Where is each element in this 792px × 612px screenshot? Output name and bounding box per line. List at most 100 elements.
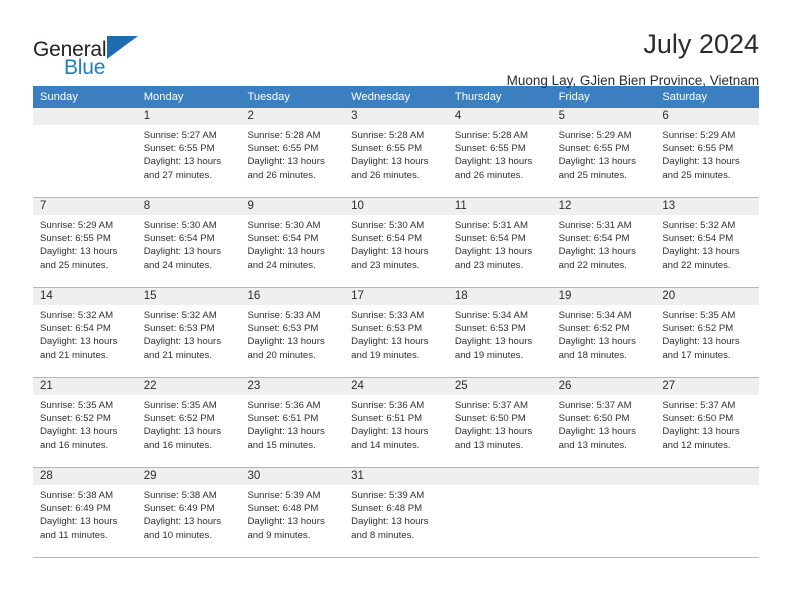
sunrise-text: Sunrise: 5:32 AM bbox=[662, 220, 736, 231]
sunset-text: Sunset: 6:51 PM bbox=[351, 413, 423, 425]
sunrise-text: Sunrise: 5:30 AM bbox=[143, 220, 217, 231]
day-details: Sunrise: 5:28 AM Sunset: 6:55 PM Daylight:… bbox=[240, 125, 344, 182]
day-number: 1 bbox=[136, 108, 241, 125]
calendar-day-cell[interactable]: 28 Sunrise: 5:38 AM Sunset: 6:49 PM Dayligh… bbox=[33, 468, 137, 557]
day-details: Sunrise: 5:34 AM Sunset: 6:52 PM Daylight:… bbox=[552, 305, 656, 362]
calendar-day-cell[interactable]: 27 Sunrise: 5:37 AM Sunset: 6:50 PM Dayligh… bbox=[655, 378, 760, 467]
daylight-text-line2: and 16 minutes. bbox=[40, 439, 109, 451]
calendar-day-cell[interactable]: 6 Sunrise: 5:29 AM Sunset: 6:55 PM Daylight… bbox=[655, 108, 760, 197]
day-number bbox=[551, 468, 656, 485]
daylight-text-line1: Daylight: 13 hours bbox=[558, 156, 636, 168]
calendar-day-cell[interactable]: 15 Sunrise: 5:32 AM Sunset: 6:53 PM Dayligh… bbox=[136, 288, 241, 377]
calendar-day-cell[interactable]: 14 Sunrise: 5:32 AM Sunset: 6:54 PM Dayligh… bbox=[33, 288, 137, 377]
day-number: 21 bbox=[33, 378, 137, 395]
daylight-text-line1: Daylight: 13 hours bbox=[662, 336, 740, 348]
calendar-day-cell[interactable]: 22 Sunrise: 5:35 AM Sunset: 6:52 PM Dayligh… bbox=[136, 378, 241, 467]
day-number: 14 bbox=[33, 288, 137, 305]
calendar-day-cell[interactable]: 30 Sunrise: 5:39 AM Sunset: 6:48 PM Dayligh… bbox=[240, 468, 345, 557]
daylight-text-line1: Daylight: 13 hours bbox=[40, 516, 118, 528]
sunrise-text: Sunrise: 5:32 AM bbox=[40, 310, 114, 321]
sunrise-text: Sunrise: 5:37 AM bbox=[662, 400, 736, 411]
calendar-day-cell[interactable]: 12 Sunrise: 5:31 AM Sunset: 6:54 PM Dayligh… bbox=[551, 198, 656, 287]
daylight-text-line2: and 26 minutes. bbox=[454, 169, 524, 181]
daylight-text-line1: Daylight: 13 hours bbox=[351, 156, 429, 168]
sunset-text: Sunset: 6:52 PM bbox=[40, 413, 111, 425]
daylight-text-line2: and 17 minutes. bbox=[662, 349, 731, 361]
calendar-day-cell[interactable]: 19 Sunrise: 5:34 AM Sunset: 6:52 PM Dayligh… bbox=[551, 288, 656, 377]
calendar-day-cell[interactable]: 23 Sunrise: 5:36 AM Sunset: 6:51 PM Dayligh… bbox=[240, 378, 345, 467]
sunset-text: Sunset: 6:55 PM bbox=[143, 143, 215, 155]
sunrise-text: Sunrise: 5:28 AM bbox=[351, 130, 425, 141]
day-number: 31 bbox=[344, 468, 448, 485]
calendar-day-cell[interactable]: 7 Sunrise: 5:29 AM Sunset: 6:55 PM Daylight… bbox=[33, 198, 137, 287]
daylight-text-line1: Daylight: 13 hours bbox=[247, 426, 325, 438]
calendar-day-cell[interactable]: 26 Sunrise: 5:37 AM Sunset: 6:50 PM Dayligh… bbox=[551, 378, 656, 467]
daylight-text-line2: and 21 minutes. bbox=[143, 349, 212, 361]
calendar-day-cell[interactable]: 20 Sunrise: 5:35 AM Sunset: 6:52 PM Dayligh… bbox=[655, 288, 760, 377]
calendar-day-cell[interactable]: 17 Sunrise: 5:33 AM Sunset: 6:53 PM Dayligh… bbox=[344, 288, 448, 377]
sunrise-text: Sunrise: 5:28 AM bbox=[454, 130, 528, 141]
sunrise-text: Sunrise: 5:36 AM bbox=[247, 400, 321, 411]
calendar-day-cell[interactable]: 11 Sunrise: 5:31 AM Sunset: 6:54 PM Dayligh… bbox=[447, 198, 552, 287]
day-number: 20 bbox=[655, 288, 760, 305]
calendar-day-cell[interactable]: 2 Sunrise: 5:28 AM Sunset: 6:55 PM Daylight… bbox=[240, 108, 345, 197]
sunrise-text: Sunrise: 5:38 AM bbox=[143, 490, 217, 501]
sunset-text: Sunset: 6:52 PM bbox=[143, 413, 215, 425]
sunrise-text: Sunrise: 5:29 AM bbox=[558, 130, 632, 141]
calendar-day-cell[interactable]: 29 Sunrise: 5:38 AM Sunset: 6:49 PM Dayligh… bbox=[136, 468, 241, 557]
daylight-text-line2: and 24 minutes. bbox=[247, 259, 316, 271]
calendar-day-cell[interactable]: 16 Sunrise: 5:33 AM Sunset: 6:53 PM Dayligh… bbox=[240, 288, 345, 377]
daylight-text-line1: Daylight: 13 hours bbox=[247, 516, 325, 528]
day-number: 6 bbox=[655, 108, 760, 125]
calendar-day-cell[interactable]: 21 Sunrise: 5:35 AM Sunset: 6:52 PM Dayligh… bbox=[33, 378, 137, 467]
calendar-day-cell[interactable]: 18 Sunrise: 5:34 AM Sunset: 6:53 PM Dayligh… bbox=[447, 288, 552, 377]
calendar-day-cell[interactable]: 4 Sunrise: 5:28 AM Sunset: 6:55 PM Daylight… bbox=[447, 108, 552, 197]
calendar-week-row: 14 Sunrise: 5:32 AM Sunset: 6:54 PM Dayligh… bbox=[33, 288, 760, 378]
daylight-text-line2: and 25 minutes. bbox=[662, 169, 731, 181]
generalblue-logo[interactable]: General Blue bbox=[33, 28, 153, 78]
day-number: 4 bbox=[447, 108, 552, 125]
daylight-text-line1: Daylight: 13 hours bbox=[662, 426, 740, 438]
calendar-day-cell[interactable]: 13 Sunrise: 5:32 AM Sunset: 6:54 PM Dayligh… bbox=[655, 198, 760, 287]
day-number: 10 bbox=[344, 198, 448, 215]
day-details: Sunrise: 5:32 AM Sunset: 6:53 PM Daylight:… bbox=[137, 305, 241, 362]
calendar-day-cell[interactable]: 10 Sunrise: 5:30 AM Sunset: 6:54 PM Dayligh… bbox=[344, 198, 448, 287]
calendar-day-cell[interactable]: 24 Sunrise: 5:36 AM Sunset: 6:51 PM Dayligh… bbox=[344, 378, 448, 467]
daylight-text-line1: Daylight: 13 hours bbox=[143, 156, 222, 168]
day-number bbox=[655, 468, 760, 485]
calendar-week-row: 21 Sunrise: 5:35 AM Sunset: 6:52 PM Dayligh… bbox=[33, 378, 760, 468]
day-details: Sunrise: 5:36 AM Sunset: 6:51 PM Daylight:… bbox=[240, 395, 344, 452]
daylight-text-line1: Daylight: 13 hours bbox=[40, 426, 118, 438]
day-details: Sunrise: 5:27 AM Sunset: 6:55 PM Daylight:… bbox=[137, 125, 241, 182]
calendar-day-cell[interactable]: 25 Sunrise: 5:37 AM Sunset: 6:50 PM Dayligh… bbox=[447, 378, 552, 467]
calendar-day-cell[interactable]: 9 Sunrise: 5:30 AM Sunset: 6:54 PM Daylight… bbox=[240, 198, 345, 287]
calendar-day-cell[interactable]: 31 Sunrise: 5:39 AM Sunset: 6:48 PM Dayligh… bbox=[344, 468, 448, 557]
daylight-text-line2: and 21 minutes. bbox=[40, 349, 109, 361]
daylight-text-line2: and 22 minutes. bbox=[662, 259, 731, 271]
daylight-text-line1: Daylight: 13 hours bbox=[558, 426, 636, 438]
daylight-text-line1: Daylight: 13 hours bbox=[454, 426, 533, 438]
day-number: 15 bbox=[136, 288, 241, 305]
calendar-day-cell[interactable]: 3 Sunrise: 5:28 AM Sunset: 6:55 PM Daylight… bbox=[344, 108, 448, 197]
sunrise-text: Sunrise: 5:35 AM bbox=[40, 400, 114, 411]
calendar-weeks: 1 Sunrise: 5:27 AM Sunset: 6:55 PM Daylight… bbox=[33, 108, 760, 558]
calendar-day-cell[interactable]: 5 Sunrise: 5:29 AM Sunset: 6:55 PM Daylight… bbox=[551, 108, 656, 197]
sunset-text: Sunset: 6:54 PM bbox=[454, 233, 526, 245]
sunrise-text: Sunrise: 5:29 AM bbox=[40, 220, 114, 231]
day-number bbox=[33, 108, 137, 125]
day-number: 29 bbox=[136, 468, 241, 485]
day-number: 23 bbox=[240, 378, 345, 395]
sunset-text: Sunset: 6:49 PM bbox=[40, 503, 111, 515]
daylight-text-line2: and 25 minutes. bbox=[40, 259, 109, 271]
weekday-header-monday: Monday bbox=[143, 91, 184, 103]
day-details: Sunrise: 5:37 AM Sunset: 6:50 PM Daylight:… bbox=[655, 395, 759, 452]
logo-triangle-icon bbox=[107, 36, 139, 59]
calendar-week-row: 7 Sunrise: 5:29 AM Sunset: 6:55 PM Daylight… bbox=[33, 198, 760, 288]
sunset-text: Sunset: 6:48 PM bbox=[351, 503, 423, 515]
calendar-day-cell[interactable]: 8 Sunrise: 5:30 AM Sunset: 6:54 PM Daylight… bbox=[136, 198, 241, 287]
sunrise-text: Sunrise: 5:35 AM bbox=[143, 400, 217, 411]
daylight-text-line2: and 26 minutes. bbox=[247, 169, 316, 181]
daylight-text-line2: and 13 minutes. bbox=[454, 439, 524, 451]
daylight-text-line2: and 16 minutes. bbox=[143, 439, 212, 451]
calendar-day-cell[interactable]: 1 Sunrise: 5:27 AM Sunset: 6:55 PM Daylight… bbox=[136, 108, 241, 197]
